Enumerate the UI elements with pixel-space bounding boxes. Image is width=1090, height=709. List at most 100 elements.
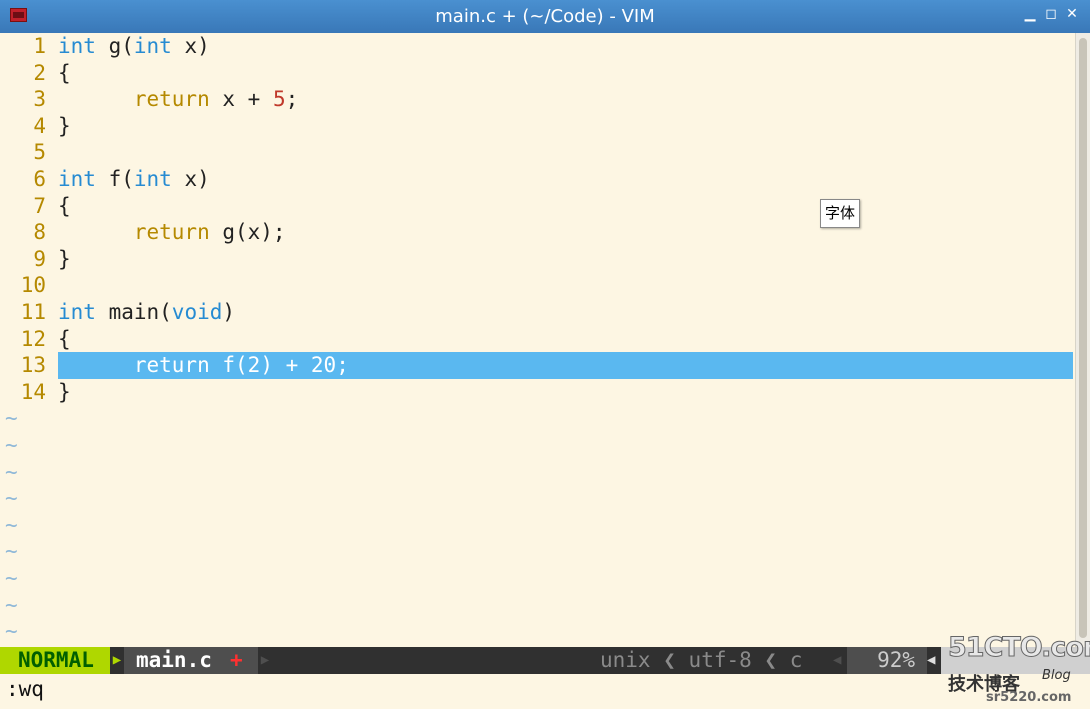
line-number: 12 — [20, 326, 46, 351]
separator-left-icon: ❮ — [663, 648, 676, 672]
code-token: f( — [209, 353, 248, 378]
line-code: { — [58, 60, 71, 87]
watermark-url: sr5220.com — [986, 690, 1072, 705]
modified-flag: + — [230, 648, 243, 672]
editor-buffer[interactable]: 1 int g(int x) 2{3 return x + 5; 4} 5 6 int f(… — [0, 33, 1075, 647]
code-token: f( — [95, 167, 134, 191]
code-line[interactable]: 11 int main(void) — [0, 299, 1075, 326]
code-line[interactable]: 1 int g(int x) — [0, 33, 1075, 60]
code-line[interactable]: 12 { — [0, 326, 1075, 353]
code-token-kw-type: void — [171, 300, 223, 324]
line-number: 5 — [33, 140, 46, 165]
code-token-kw-type: int — [133, 167, 172, 191]
minimize-icon[interactable]: ▁ — [1022, 6, 1038, 22]
code-line[interactable]: 5 — [0, 139, 1075, 166]
line-number: 6 — [33, 167, 46, 191]
line-code: int f(int x) — [58, 166, 210, 193]
code-token-kw-type: int — [58, 300, 96, 324]
line-number: 4 — [33, 113, 46, 138]
code-token: main( — [95, 300, 172, 324]
code-line[interactable]: 9} — [0, 246, 1075, 273]
code-line[interactable]: 3 return x + 5; — [0, 86, 1075, 113]
line-code: return x + 5; — [58, 86, 298, 113]
code-line[interactable]: 8 return g(x); — [0, 219, 1075, 246]
line-number: 7 — [33, 193, 46, 218]
empty-line-tilde: ~ — [5, 566, 18, 590]
line-code: } — [58, 246, 71, 273]
mode-indicator: NORMAL — [0, 647, 110, 674]
separator-left-solid-icon: ◀ — [927, 652, 936, 668]
code-line[interactable]: 10 — [0, 272, 1075, 299]
command-line[interactable]: :wq — [0, 674, 1090, 709]
separator-left-icon: ❮ — [764, 648, 778, 672]
code-line[interactable]: 2{ — [0, 60, 1075, 87]
maximize-icon[interactable]: ◻ — [1043, 6, 1059, 22]
watermark-logo: 51CTO.com 技术博客 Blog sr5220.com — [944, 632, 1090, 708]
code-token: { — [58, 60, 71, 85]
code-token: ) — [222, 300, 236, 324]
line-number: 13 — [20, 353, 46, 378]
code-token: ) + — [260, 353, 311, 378]
file-format: unix — [600, 648, 651, 672]
code-line[interactable]: 4} — [0, 113, 1075, 140]
code-token: } — [58, 246, 71, 271]
file-encoding: utf-8 — [688, 648, 752, 672]
line-number: 9 — [33, 246, 46, 271]
cursor-line[interactable]: 13 return f(2) + 20; — [0, 352, 1075, 379]
line-number: 14 — [20, 379, 46, 404]
scroll-percent: 92% — [847, 647, 927, 674]
separator-right-icon: ▶ — [112, 652, 122, 668]
line-number: 10 — [20, 273, 46, 298]
window-title: main.c + (~/Code) - VIM — [435, 6, 655, 27]
code-token: g(x); — [209, 220, 286, 245]
close-icon[interactable]: ✕ — [1064, 6, 1080, 22]
line-number: 1 — [33, 34, 46, 58]
code-token-num: 20 — [310, 353, 337, 378]
code-token-kw-type: int — [58, 34, 96, 58]
separator-left-solid-icon: ◀ — [833, 652, 842, 668]
code-token-kw-ret: return — [133, 87, 210, 112]
empty-line-tilde: ~ — [5, 619, 18, 644]
line-code: return g(x); — [58, 219, 286, 246]
line-code: { — [58, 326, 71, 353]
code-token-kw-ret: return — [133, 220, 210, 245]
line-code: return f(2) + 20; — [58, 352, 349, 379]
line-code: } — [58, 113, 71, 140]
code-token: { — [58, 193, 71, 218]
watermark-blog: Blog — [1042, 668, 1071, 683]
empty-line-tilde: ~ — [5, 539, 18, 564]
code-token: x) — [171, 34, 210, 58]
code-token: ; — [285, 87, 299, 112]
line-code: int main(void) — [58, 299, 235, 326]
code-token: { — [58, 326, 71, 351]
scrollbar-thumb[interactable] — [1079, 38, 1087, 638]
code-token: } — [58, 379, 71, 404]
line-number: 8 — [33, 220, 46, 245]
code-token-num: 2 — [247, 353, 261, 378]
line-code: } — [58, 379, 71, 406]
empty-line-tilde: ~ — [5, 592, 18, 617]
file-type: c — [789, 648, 803, 672]
code-token: x) — [171, 167, 210, 191]
code-line[interactable]: 6 int f(int x) — [0, 166, 1075, 193]
empty-line-tilde: ~ — [5, 406, 18, 431]
line-number: 11 — [20, 300, 46, 324]
empty-line-tilde: ~ — [5, 486, 18, 511]
title-bar: main.c + (~/Code) - VIM ▁ ◻ ✕ — [0, 0, 1090, 33]
code-line[interactable]: 7{ — [0, 193, 1075, 220]
status-line: NORMAL ▶ main.c + ▶ unix ❮ utf-8 ❮ c ◀ 9… — [0, 647, 1090, 674]
code-token: ; — [336, 353, 349, 378]
line-number: 2 — [33, 60, 46, 85]
separator-right-icon: ▶ — [260, 652, 270, 668]
code-token: } — [58, 113, 71, 138]
code-token: g( — [95, 34, 134, 58]
empty-line-tilde: ~ — [5, 433, 18, 457]
code-line[interactable]: 14} — [0, 379, 1075, 406]
line-code: int g(int x) — [58, 33, 210, 60]
watermark-brand: 51CTO.com — [947, 632, 1090, 664]
vertical-scrollbar[interactable] — [1075, 33, 1090, 647]
line-number: 3 — [33, 87, 46, 112]
code-token: x + — [209, 87, 273, 112]
